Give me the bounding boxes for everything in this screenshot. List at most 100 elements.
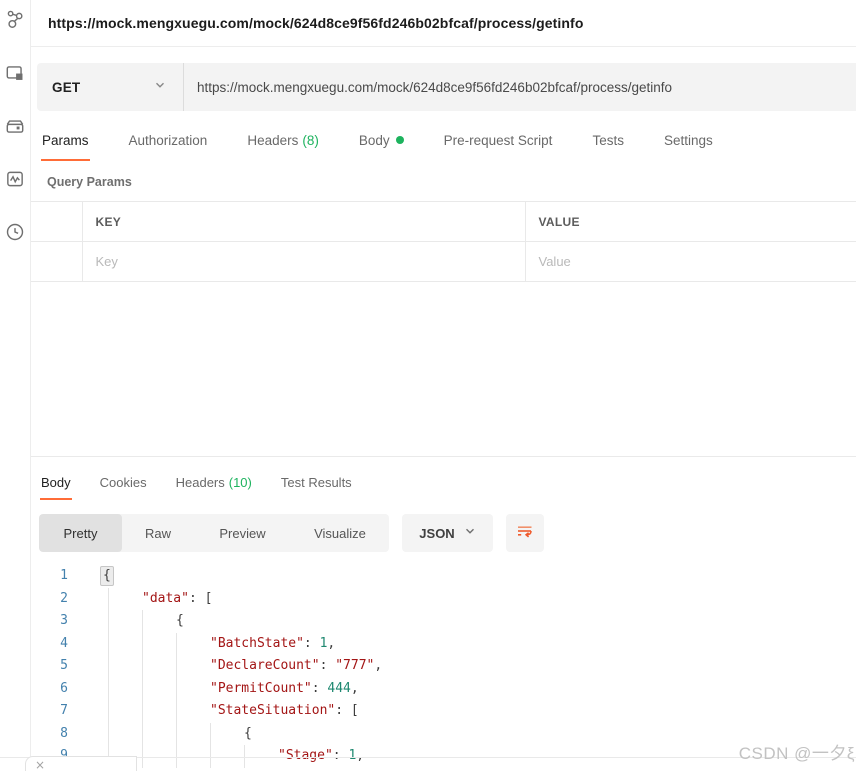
query-params-table: KEY VALUE Key Value: [31, 201, 856, 282]
code-line-3: 3{: [31, 610, 856, 633]
code-content: "data": [: [84, 588, 212, 611]
chevron-down-icon: [154, 78, 166, 96]
history-icon[interactable]: [4, 221, 26, 243]
url-text: https://mock.mengxuegu.com/mock/624d8ce9…: [197, 80, 672, 95]
line-wrap-button[interactable]: [506, 514, 544, 552]
method-label: GET: [52, 80, 80, 95]
indent-guide: [142, 655, 176, 678]
code-line-5: 5"DeclareCount": "777",: [31, 655, 856, 678]
line-number: 4: [31, 633, 84, 656]
green-dot-indicator: [396, 136, 404, 144]
code-token: :: [304, 633, 320, 656]
line-number: 8: [31, 723, 84, 746]
indent-guide: [108, 655, 142, 678]
value-column-header: VALUE: [539, 215, 580, 229]
table-header-row: KEY VALUE: [31, 202, 856, 242]
code-content: {: [84, 610, 184, 633]
code-token: "data": [142, 588, 189, 611]
environment-icon[interactable]: [4, 62, 26, 84]
share-nodes-icon[interactable]: [4, 9, 26, 31]
tab-label: Tests: [592, 133, 624, 148]
response-tab-body[interactable]: Body: [40, 469, 72, 500]
tab-label: Pre-request Script: [444, 133, 553, 148]
indent-guide: [108, 723, 142, 746]
request-tab-authorization[interactable]: Authorization: [128, 127, 209, 161]
response-tab-test-results[interactable]: Test Results: [280, 469, 353, 500]
view-mode-preview[interactable]: Preview: [194, 514, 291, 552]
request-tab-settings[interactable]: Settings: [663, 127, 714, 161]
request-tab-tests[interactable]: Tests: [591, 127, 625, 161]
indent-guide: [210, 723, 244, 746]
line-number: 5: [31, 655, 84, 678]
line-number: 1: [31, 565, 84, 588]
view-mode-visualize[interactable]: Visualize: [291, 514, 389, 552]
indent-guide: [142, 633, 176, 656]
tab-label: Settings: [664, 133, 713, 148]
tab-label: Body: [41, 475, 71, 490]
view-mode-pretty[interactable]: Pretty: [39, 514, 122, 552]
row-select-cell: [31, 242, 82, 282]
line-wrap-icon: [515, 521, 535, 546]
monitor-icon[interactable]: [4, 168, 26, 190]
code-line-7: 7"StateSituation": [: [31, 700, 856, 723]
view-mode-raw[interactable]: Raw: [122, 514, 194, 552]
code-token: "BatchState": [210, 633, 304, 656]
code-content: {: [84, 723, 252, 746]
tab-label: Headers: [247, 133, 298, 148]
indent-guide: [176, 700, 210, 723]
chevron-down-icon: [464, 524, 476, 542]
code-line-1: 1{: [31, 565, 856, 588]
table-row: Key Value: [31, 242, 856, 282]
indent-guide: [108, 633, 142, 656]
request-tabs: Params Authorization Headers (8) Body Pre-req…: [31, 127, 856, 161]
left-rail: [0, 0, 31, 757]
line-number: 3: [31, 610, 84, 633]
request-tab-body[interactable]: Body: [358, 127, 405, 161]
tab-label: Params: [42, 133, 89, 148]
request-titlebar: https://mock.mengxuegu.com/mock/624d8ce9…: [31, 0, 856, 47]
request-tab-headers[interactable]: Headers (8): [246, 127, 320, 161]
key-input-cell[interactable]: Key: [82, 242, 525, 282]
code-token: ,: [374, 655, 382, 678]
response-tab-cookies[interactable]: Cookies: [99, 469, 148, 500]
code-line-2: 2"data": [: [31, 588, 856, 611]
main-panel: https://mock.mengxuegu.com/mock/624d8ce9…: [31, 0, 856, 768]
code-token: ,: [351, 678, 359, 701]
response-body-code: 1{2"data": [3{4"BatchState": 1,5"Declare…: [31, 565, 856, 768]
request-tab-pre-request-script[interactable]: Pre-request Script: [443, 127, 554, 161]
value-input-cell[interactable]: Value: [525, 242, 856, 282]
code-token: :: [312, 678, 328, 701]
code-token: "777": [335, 655, 374, 678]
code-token: : [: [189, 588, 212, 611]
response-tab-headers[interactable]: Headers(10): [175, 469, 253, 500]
tab-count-badge: (8): [302, 133, 319, 148]
code-content: {: [84, 565, 114, 588]
url-input[interactable]: https://mock.mengxuegu.com/mock/624d8ce9…: [184, 63, 856, 111]
code-content: "StateSituation": [: [84, 700, 359, 723]
close-icon[interactable]: ×: [35, 760, 45, 770]
tab-label: Cookies: [100, 475, 147, 490]
code-token: 444: [327, 678, 350, 701]
key-placeholder: Key: [96, 254, 118, 269]
format-select[interactable]: JSON: [402, 514, 493, 552]
tab-label: Authorization: [129, 133, 208, 148]
mock-server-icon[interactable]: [4, 115, 26, 137]
code-token: ,: [327, 633, 335, 656]
code-token: 1: [320, 633, 328, 656]
code-token: : [: [335, 700, 358, 723]
method-select[interactable]: GET: [37, 63, 183, 111]
tab-label: Test Results: [281, 475, 352, 490]
watermark: CSDN @一夕ξ: [739, 739, 855, 764]
indent-guide: [142, 723, 176, 746]
indent-guide: [176, 633, 210, 656]
response-toolbar: PrettyRawPreviewVisualize JSON: [31, 514, 856, 552]
code-token: "StateSituation": [210, 700, 335, 723]
request-tab-title: https://mock.mengxuegu.com/mock/624d8ce9…: [48, 15, 583, 31]
code-token: :: [320, 655, 336, 678]
indent-guide: [176, 655, 210, 678]
indent-guide: [108, 700, 142, 723]
request-tab-params[interactable]: Params: [41, 127, 90, 161]
row-select-header-cell: [31, 202, 82, 242]
url-bar: GET https://mock.mengxuegu.com/mock/624d…: [37, 63, 856, 111]
code-content: "DeclareCount": "777",: [84, 655, 382, 678]
